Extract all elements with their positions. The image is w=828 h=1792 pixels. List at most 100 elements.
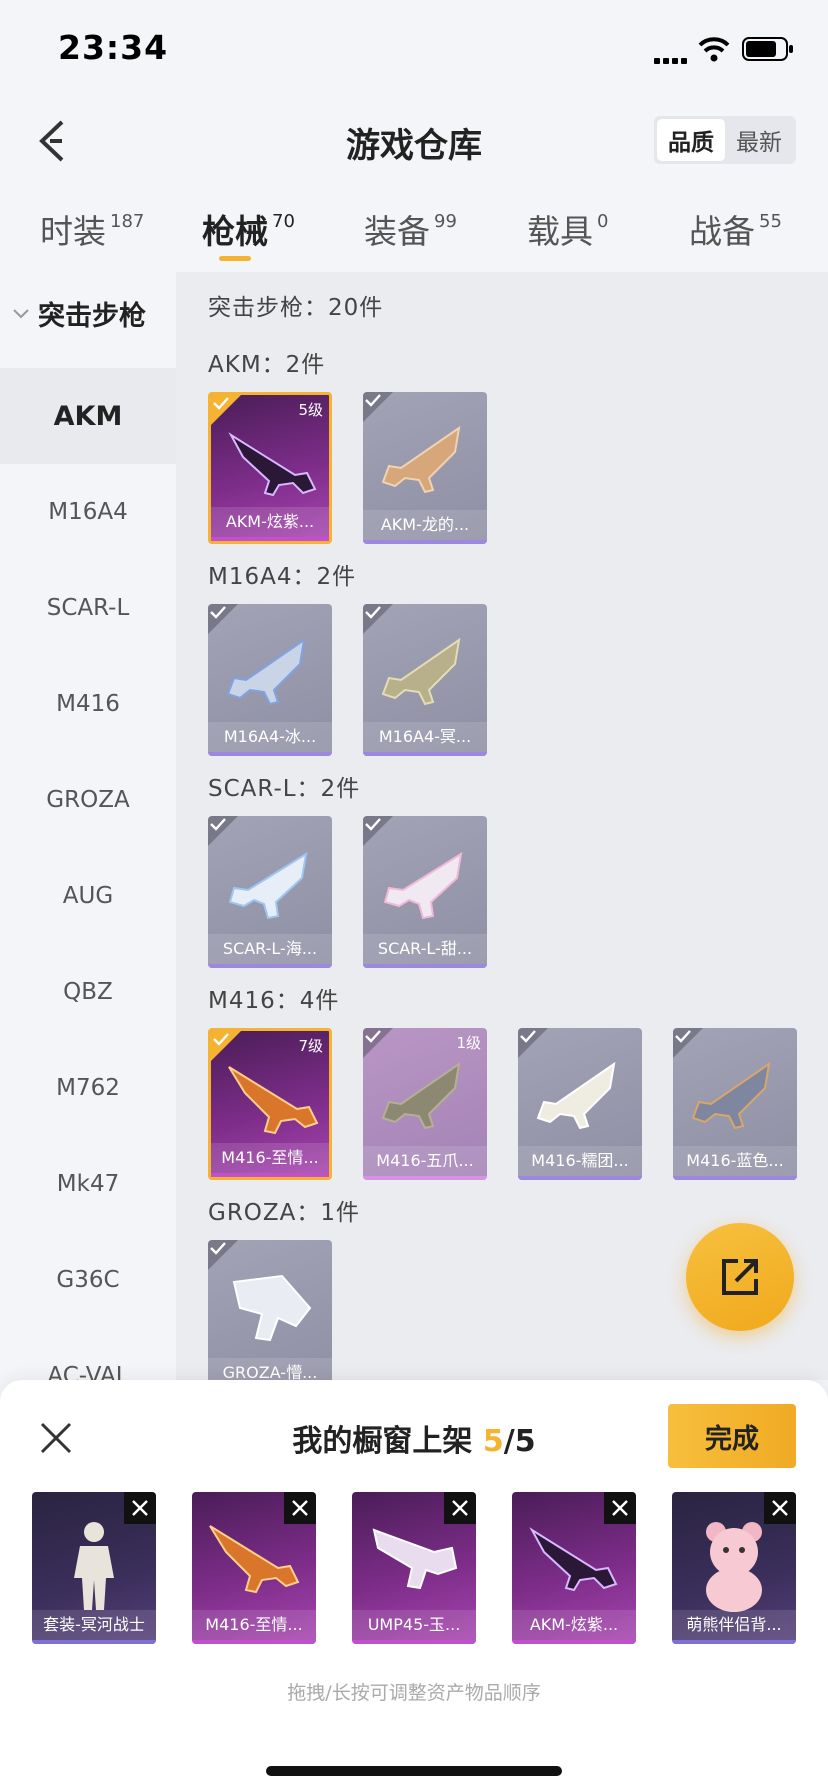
weapon-card[interactable]: M416-糯团...	[518, 1028, 642, 1180]
showcase-item[interactable]: M416-至情...	[192, 1492, 316, 1644]
bear-backpack-icon	[706, 1522, 762, 1612]
weapon-name: M416-蓝色...	[673, 1146, 797, 1176]
tab-count: 70	[272, 211, 295, 232]
rarity-bar	[363, 1176, 487, 1180]
sidebar-item-groza[interactable]: GROZA	[0, 752, 176, 848]
rarity-bar	[211, 1173, 329, 1177]
tab-count: 99	[434, 211, 457, 232]
tab-vehicles[interactable]: 载具 0	[527, 205, 608, 253]
remove-item-button[interactable]	[444, 1492, 476, 1524]
reorder-hint: 拖拽/长按可调整资产物品顺序	[287, 1682, 541, 1704]
rifle-icon	[228, 851, 308, 920]
sidebar-item-qbz[interactable]: QBZ	[0, 944, 176, 1040]
category-header[interactable]: 突击步枪	[12, 294, 146, 333]
weapon-name: SCAR-L-海...	[208, 934, 332, 964]
check-badge	[673, 1028, 703, 1058]
weapon-card[interactable]: SCAR-L-海...	[208, 816, 332, 968]
category-label: 突击步枪	[38, 301, 146, 332]
remove-item-button[interactable]	[284, 1492, 316, 1524]
sidebar-item-scar-l[interactable]: SCAR-L	[0, 560, 176, 656]
close-icon	[772, 1500, 788, 1516]
group-label: M16A4：2件	[208, 564, 357, 590]
rifle-icon	[383, 851, 463, 920]
level-badge: 5级	[298, 401, 323, 419]
close-icon	[452, 1500, 468, 1516]
done-button[interactable]: 完成	[668, 1404, 796, 1468]
weapon-card[interactable]: M416-蓝色...	[673, 1028, 797, 1180]
tab-outfit[interactable]: 时装 187	[40, 205, 144, 253]
sidebar-item-m416[interactable]: M416	[0, 656, 176, 752]
status-time: 23:34	[58, 28, 169, 67]
weapon-card[interactable]: SCAR-L-甜...	[363, 816, 487, 968]
tab-equipment[interactable]: 装备 99	[364, 205, 457, 253]
tab-label: 枪械	[202, 212, 268, 251]
rifle-icon	[381, 425, 461, 494]
sidebar-item-mk47[interactable]: Mk47	[0, 1136, 176, 1232]
weapon-name: M16A4-冥...	[363, 722, 487, 752]
weapon-card[interactable]: 1级 M416-五爪...	[363, 1028, 487, 1180]
check-badge	[518, 1028, 548, 1058]
rifle-icon	[381, 637, 461, 706]
weapon-name: AKM-龙的...	[363, 510, 487, 540]
remove-item-button[interactable]	[764, 1492, 796, 1524]
check-badge	[208, 1240, 238, 1270]
rarity-bar	[672, 1640, 796, 1644]
check-badge	[208, 604, 238, 634]
weapon-card[interactable]: 5级 AKM-炫紫...	[208, 392, 332, 544]
sort-newest-button[interactable]: 最新	[725, 119, 793, 161]
chevron-down-icon	[13, 308, 29, 318]
showcase-item[interactable]: AKM-炫紫...	[512, 1492, 636, 1644]
remove-item-button[interactable]	[124, 1492, 156, 1524]
level-badge: 1级	[456, 1034, 481, 1052]
check-badge	[363, 816, 393, 846]
outfit-figure-icon	[74, 1522, 114, 1610]
weapon-card[interactable]: GROZA-懵...	[208, 1240, 332, 1380]
rarity-bar	[512, 1640, 636, 1644]
weapon-sidebar: 突击步枪 AKM M16A4 SCAR-L M416 GROZA AUG QBZ…	[0, 272, 176, 1380]
signal-icon	[654, 54, 688, 66]
sidebar-item-ac-val[interactable]: AC-VAL	[0, 1328, 176, 1380]
showcase-item[interactable]: 套装-冥河战士	[32, 1492, 156, 1644]
tab-supplies[interactable]: 战备 55	[689, 205, 782, 253]
close-icon	[132, 1500, 148, 1516]
close-icon	[612, 1500, 628, 1516]
showcase-item[interactable]: UMP45-玉...	[352, 1492, 476, 1644]
showcase-current-count: 5	[482, 1424, 504, 1459]
tab-count: 55	[759, 211, 782, 232]
tab-label: 战备	[689, 212, 755, 251]
tab-label: 载具	[527, 212, 593, 251]
tab-active-indicator	[219, 256, 251, 261]
check-badge	[208, 816, 238, 846]
item-name: 套装-冥河战士	[32, 1610, 156, 1640]
showcase-count-separator: /	[503, 1424, 515, 1459]
sidebar-item-aug[interactable]: AUG	[0, 848, 176, 944]
item-name: AKM-炫紫...	[512, 1610, 636, 1640]
weapon-card[interactable]: AKM-龙的...	[363, 392, 487, 544]
sidebar-item-akm[interactable]: AKM	[0, 368, 176, 464]
share-button[interactable]	[686, 1223, 794, 1331]
remove-item-button[interactable]	[604, 1492, 636, 1524]
rarity-bar	[673, 1176, 797, 1180]
showcase-sheet: 我的橱窗上架 5/5 完成 套装-冥河战士 M416-至情... UMP45-玉…	[0, 1380, 828, 1792]
rarity-bar	[363, 964, 487, 968]
rarity-bar	[352, 1640, 476, 1644]
level-badge: 7级	[298, 1037, 323, 1055]
share-icon	[722, 1259, 758, 1295]
showcase-item[interactable]: 萌熊伴侣背...	[672, 1492, 796, 1644]
rifle-icon	[691, 1061, 771, 1130]
rifle-icon	[226, 637, 306, 706]
sidebar-item-g36c[interactable]: G36C	[0, 1232, 176, 1328]
home-indicator[interactable]	[266, 1766, 562, 1776]
weapon-card[interactable]: M16A4-冰...	[208, 604, 332, 756]
weapon-card[interactable]: 7级 M416-至情...	[208, 1028, 332, 1180]
sidebar-item-m762[interactable]: M762	[0, 1040, 176, 1136]
tab-firearms[interactable]: 枪械 70	[202, 205, 295, 253]
rarity-bar	[518, 1176, 642, 1180]
sort-quality-button[interactable]: 品质	[657, 119, 725, 161]
weapon-card[interactable]: M16A4-冥...	[363, 604, 487, 756]
sidebar-item-m16a4[interactable]: M16A4	[0, 464, 176, 560]
check-badge	[211, 395, 241, 425]
group-label: GROZA：1件	[208, 1200, 361, 1226]
weapon-name: M416-至情...	[211, 1143, 329, 1173]
category-summary: 突击步枪：20件	[208, 295, 384, 321]
